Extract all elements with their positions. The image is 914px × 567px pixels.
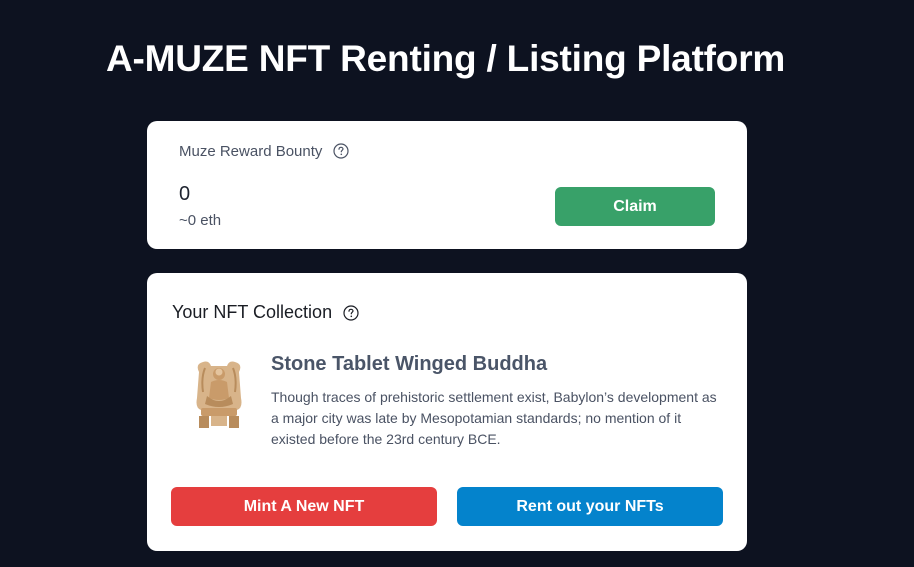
reward-bounty-header: Muze Reward Bounty [179,143,349,160]
reward-eth-value: ~0 eth [179,212,222,229]
nft-collection-header: Your NFT Collection [172,302,359,323]
page-title: A-MUZE NFT Renting / Listing Platform [106,38,786,79]
question-circle-icon[interactable] [343,305,359,321]
claim-button[interactable]: Claim [555,187,715,226]
nft-collection-card: Your NFT Collection Stone Tablet Winged … [147,273,747,551]
reward-bounty-label: Muze Reward Bounty [179,143,323,160]
rent-out-nfts-button[interactable]: Rent out your NFTs [457,487,723,526]
question-circle-icon[interactable] [332,143,349,159]
reward-bounty-card: Muze Reward Bounty 0 ~0 eth Claim [147,121,747,249]
nft-description: Though traces of prehistoric settlement … [271,389,717,447]
nft-collection-label: Your NFT Collection [172,302,333,322]
mint-new-nft-button[interactable]: Mint A New NFT [171,487,437,526]
reward-value: 0 [179,183,191,205]
nft-image[interactable] [191,358,247,430]
nft-title: Stone Tablet Winged Buddha [271,353,548,375]
